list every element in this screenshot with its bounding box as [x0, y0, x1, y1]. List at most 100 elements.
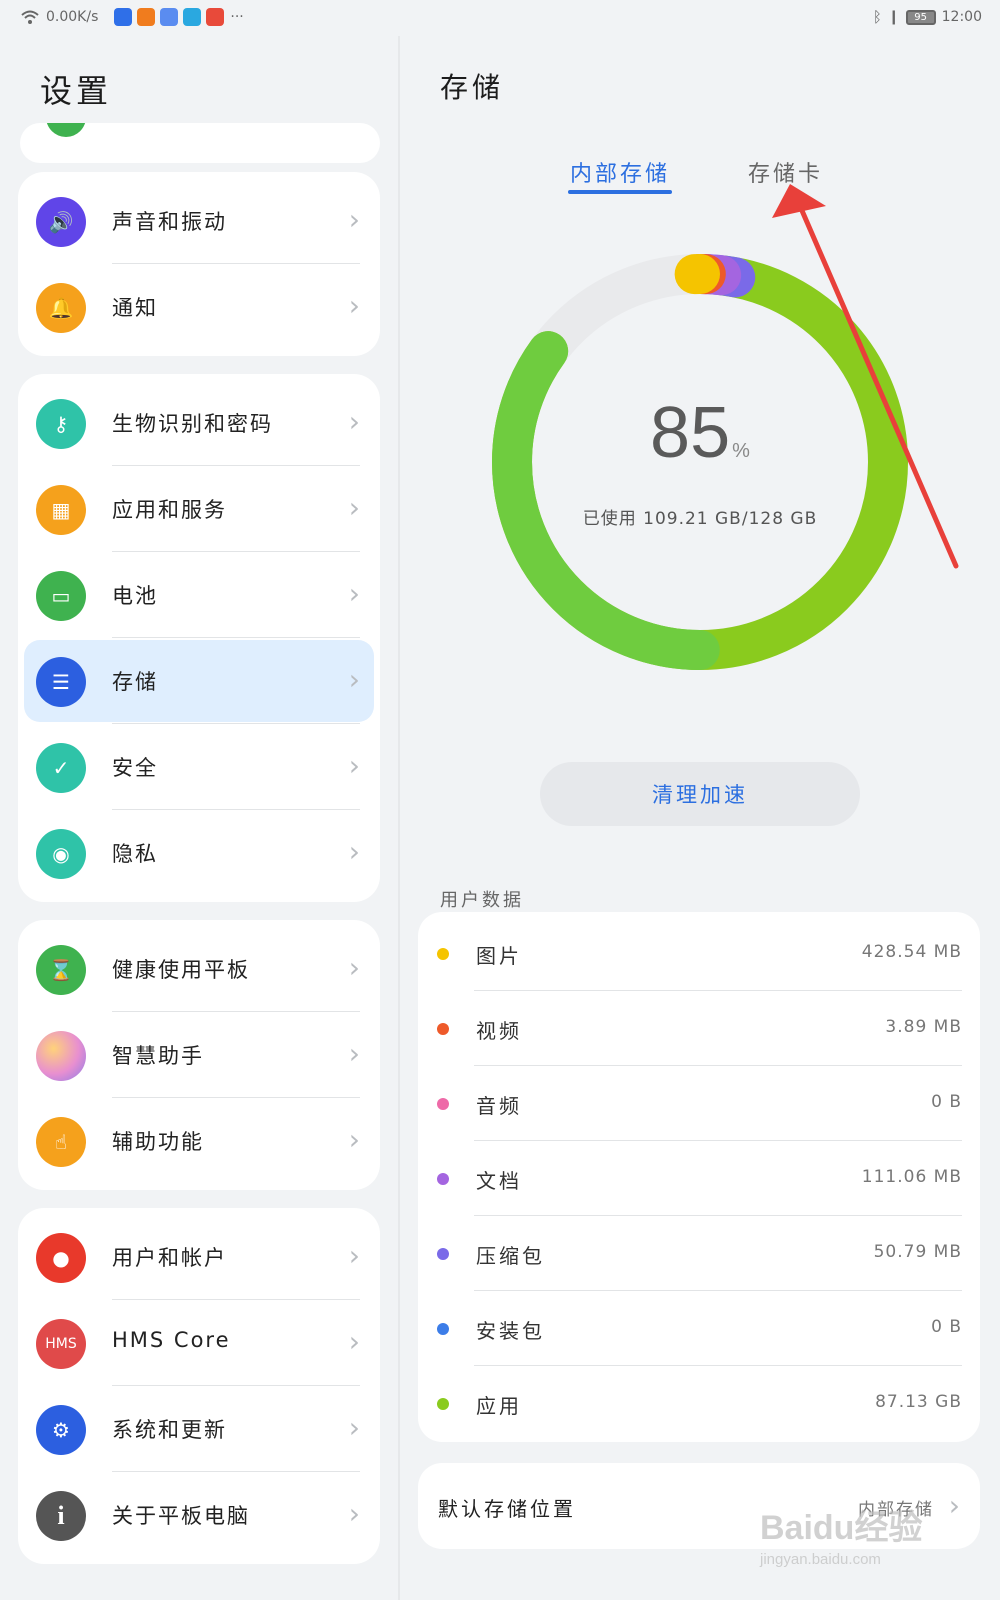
chevron-right-icon: ›	[348, 1325, 360, 1358]
sidebar-item[interactable]: ▭ 电池 ›	[18, 552, 380, 638]
hms-icon: HMS	[36, 1319, 86, 1369]
storage-category-row[interactable]: 应用 87.13 GB	[418, 1366, 980, 1441]
watermark-logo: Baidu经验 jingyan.baidu.com	[760, 1500, 960, 1580]
chevron-right-icon: ›	[348, 203, 360, 236]
sidebar-item-label: 智慧助手	[112, 1044, 204, 1068]
storage-category-row[interactable]: 文档 111.06 MB	[418, 1141, 980, 1216]
notification-app-icon	[137, 8, 156, 26]
tab-sd-card-label: 存储卡	[748, 162, 824, 187]
sidebar-item[interactable]: i 关于平板电脑 ›	[18, 1472, 380, 1558]
sidebar-item-label: 生物识别和密码	[112, 412, 273, 436]
sidebar-item-label: 存储	[112, 670, 158, 694]
storage-title: 存储	[440, 71, 505, 104]
tab-sd-card[interactable]: 存储卡	[748, 156, 823, 188]
usage-percent: 85%	[490, 392, 910, 474]
chevron-right-icon: ›	[348, 491, 360, 524]
storage-icon: ☰	[36, 657, 86, 707]
category-label: 视频	[476, 1019, 522, 1043]
sidebar-item-label: 声音和振动	[112, 210, 227, 234]
key-icon: ⚷	[36, 399, 86, 449]
category-size: 3.89 MB	[885, 1017, 962, 1037]
sidebar-item[interactable]: ☝ 辅助功能 ›	[18, 1098, 380, 1184]
category-label: 安装包	[476, 1319, 545, 1343]
sidebar-item-label: 电池	[112, 584, 158, 608]
chevron-right-icon: ›	[348, 1123, 360, 1156]
storage-panel: 存储 内部存储 存储卡 85% 已使用 109.21 GB/128 GB 清理加…	[400, 36, 1000, 1600]
notification-app-icon	[114, 8, 133, 26]
settings-group-card: ● 用户和帐户 › HMS HMS Core › ⚙ 系统和更新 › i 关于平板电脑 ›	[18, 1208, 380, 1564]
settings-group-card: 🔊 声音和振动 › 🔔 通知 ›	[18, 172, 380, 356]
sidebar-item[interactable]: 🔊 声音和振动 ›	[18, 178, 380, 264]
category-label: 图片	[476, 944, 522, 968]
chevron-right-icon: ›	[348, 835, 360, 868]
chevron-right-icon: ›	[348, 951, 360, 984]
notification-app-icon	[206, 8, 225, 26]
hand-icon: ☝	[36, 1117, 86, 1167]
sidebar-item[interactable]: ⚷ 生物识别和密码 ›	[18, 380, 380, 466]
category-color-dot	[437, 1023, 449, 1035]
chevron-right-icon: ›	[348, 1497, 360, 1530]
notification-app-icon	[160, 8, 179, 26]
settings-group-card: ⚷ 生物识别和密码 › ▦ 应用和服务 › ▭ 电池 › ☰ 存储 › ✓ 安全 › ◉ 隐私 ›	[18, 374, 380, 902]
watermark-text: Baidu经验	[760, 1509, 923, 1547]
storage-category-row[interactable]: 压缩包 50.79 MB	[418, 1216, 980, 1291]
user-data-section-label: 用户数据	[440, 890, 524, 911]
assistant-orb-icon	[36, 1031, 86, 1081]
category-color-dot	[437, 948, 449, 960]
notification-app-icons	[114, 8, 225, 26]
usage-detail: 已使用 109.21 GB/128 GB	[582, 509, 818, 529]
category-label: 音频	[476, 1094, 522, 1118]
bell-icon: 🔔	[36, 283, 86, 333]
settings-card-partial	[20, 123, 380, 163]
sidebar-item-label: 用户和帐户	[112, 1246, 227, 1270]
category-label: 文档	[476, 1169, 522, 1193]
user-icon: ●	[36, 1233, 86, 1283]
chevron-right-icon: ›	[348, 577, 360, 610]
chevron-right-icon: ›	[348, 1411, 360, 1444]
storage-category-row[interactable]: 图片 428.54 MB	[418, 916, 980, 991]
chevron-right-icon: ›	[348, 405, 360, 438]
category-color-dot	[437, 1398, 449, 1410]
vibrate-icon: ❙	[887, 9, 900, 25]
category-label: 压缩包	[476, 1244, 545, 1268]
sidebar-item[interactable]: ◉ 隐私 ›	[18, 810, 380, 896]
tab-internal-storage[interactable]: 内部存储	[568, 156, 673, 194]
sidebar-item[interactable]: ▦ 应用和服务 ›	[18, 466, 380, 552]
sidebar-item[interactable]: 🔔 通知 ›	[18, 264, 380, 350]
sidebar-item[interactable]: ⌛ 健康使用平板 ›	[18, 926, 380, 1012]
sidebar-item-label: 辅助功能	[112, 1130, 204, 1154]
sidebar-item[interactable]: ● 用户和帐户 ›	[18, 1214, 380, 1300]
sidebar-item-label: 关于平板电脑	[112, 1504, 250, 1528]
category-color-dot	[437, 1323, 449, 1335]
usage-percent-value: 85	[650, 393, 731, 473]
sidebar-item[interactable]: ✓ 安全 ›	[18, 724, 380, 810]
storage-category-row[interactable]: 安装包 0 B	[418, 1291, 980, 1366]
category-color-dot	[437, 1098, 449, 1110]
sidebar-item-label: 系统和更新	[112, 1418, 227, 1442]
storage-category-row[interactable]: 音频 0 B	[418, 1066, 980, 1141]
category-size: 111.06 MB	[861, 1167, 962, 1187]
user-data-list: 图片 428.54 MB 视频 3.89 MB 音频 0 B 文档 111.06 MB 压缩包 5…	[418, 912, 980, 1442]
default-storage-label: 默认存储位置	[438, 1497, 576, 1521]
network-speed: 0.00K/s	[46, 9, 99, 25]
storage-usage-ring: 85% 已使用 109.21 GB/128 GB	[490, 252, 910, 672]
active-tab-indicator	[568, 190, 673, 194]
clean-up-button[interactable]: 清理加速	[540, 762, 860, 826]
clock: 12:00	[941, 9, 982, 25]
category-label: 应用	[476, 1394, 522, 1418]
sidebar-item-label: HMS Core	[112, 1328, 231, 1352]
chevron-right-icon: ›	[348, 663, 360, 696]
battery-icon: ▭	[36, 571, 86, 621]
chevron-right-icon: ›	[348, 1037, 360, 1070]
chevron-right-icon: ›	[348, 1239, 360, 1272]
bluetooth-icon: ᛒ	[872, 8, 882, 26]
sidebar-item[interactable]: HMS HMS Core ›	[18, 1300, 380, 1386]
category-size: 428.54 MB	[861, 942, 962, 962]
sidebar-item[interactable]: ⚙ 系统和更新 ›	[18, 1386, 380, 1472]
more-notifications-icon: ···	[230, 9, 244, 25]
gear-icon: ⚙	[36, 1405, 86, 1455]
sidebar-item[interactable]: 智慧助手 ›	[18, 1012, 380, 1098]
sidebar-item[interactable]: ☰ 存储 ›	[18, 638, 380, 724]
storage-category-row[interactable]: 视频 3.89 MB	[418, 991, 980, 1066]
wifi-icon	[21, 10, 39, 24]
